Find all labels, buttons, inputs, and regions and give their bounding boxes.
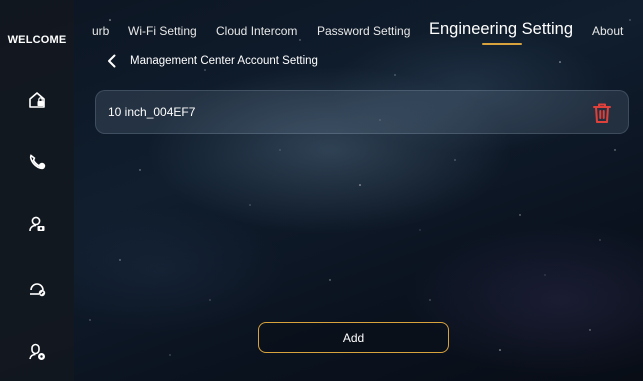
welcome-title: WELCOME — [7, 34, 67, 46]
tab-engineering-setting[interactable]: Engineering Setting — [429, 20, 573, 39]
tab-about[interactable]: About — [592, 24, 623, 38]
phone-handset-icon[interactable] — [25, 150, 49, 174]
active-tab-indicator — [482, 43, 522, 45]
page-title: Management Center Account Setting — [130, 55, 318, 67]
user-settings-icon[interactable] — [25, 340, 49, 364]
account-name: 10 inch_004EF7 — [108, 105, 196, 119]
tab-cloud-intercom[interactable]: Cloud Intercom — [216, 24, 297, 38]
screen: WELCOME urb Wi-Fi Setting Cloud Intercom… — [0, 0, 643, 381]
user-camera-icon[interactable] — [25, 212, 49, 236]
sidebar: WELCOME — [0, 0, 74, 381]
tab-password-setting[interactable]: Password Setting — [317, 24, 410, 38]
tab-urb[interactable]: urb — [92, 24, 109, 38]
account-list-item[interactable]: 10 inch_004EF7 — [95, 90, 629, 134]
add-button[interactable]: Add — [258, 322, 449, 353]
delete-trash-icon[interactable] — [592, 102, 612, 124]
tab-wifi-setting[interactable]: Wi-Fi Setting — [128, 24, 197, 38]
user-edit-icon[interactable] — [25, 276, 49, 300]
back-chevron-icon[interactable] — [104, 53, 120, 69]
home-lock-icon[interactable] — [25, 88, 49, 112]
